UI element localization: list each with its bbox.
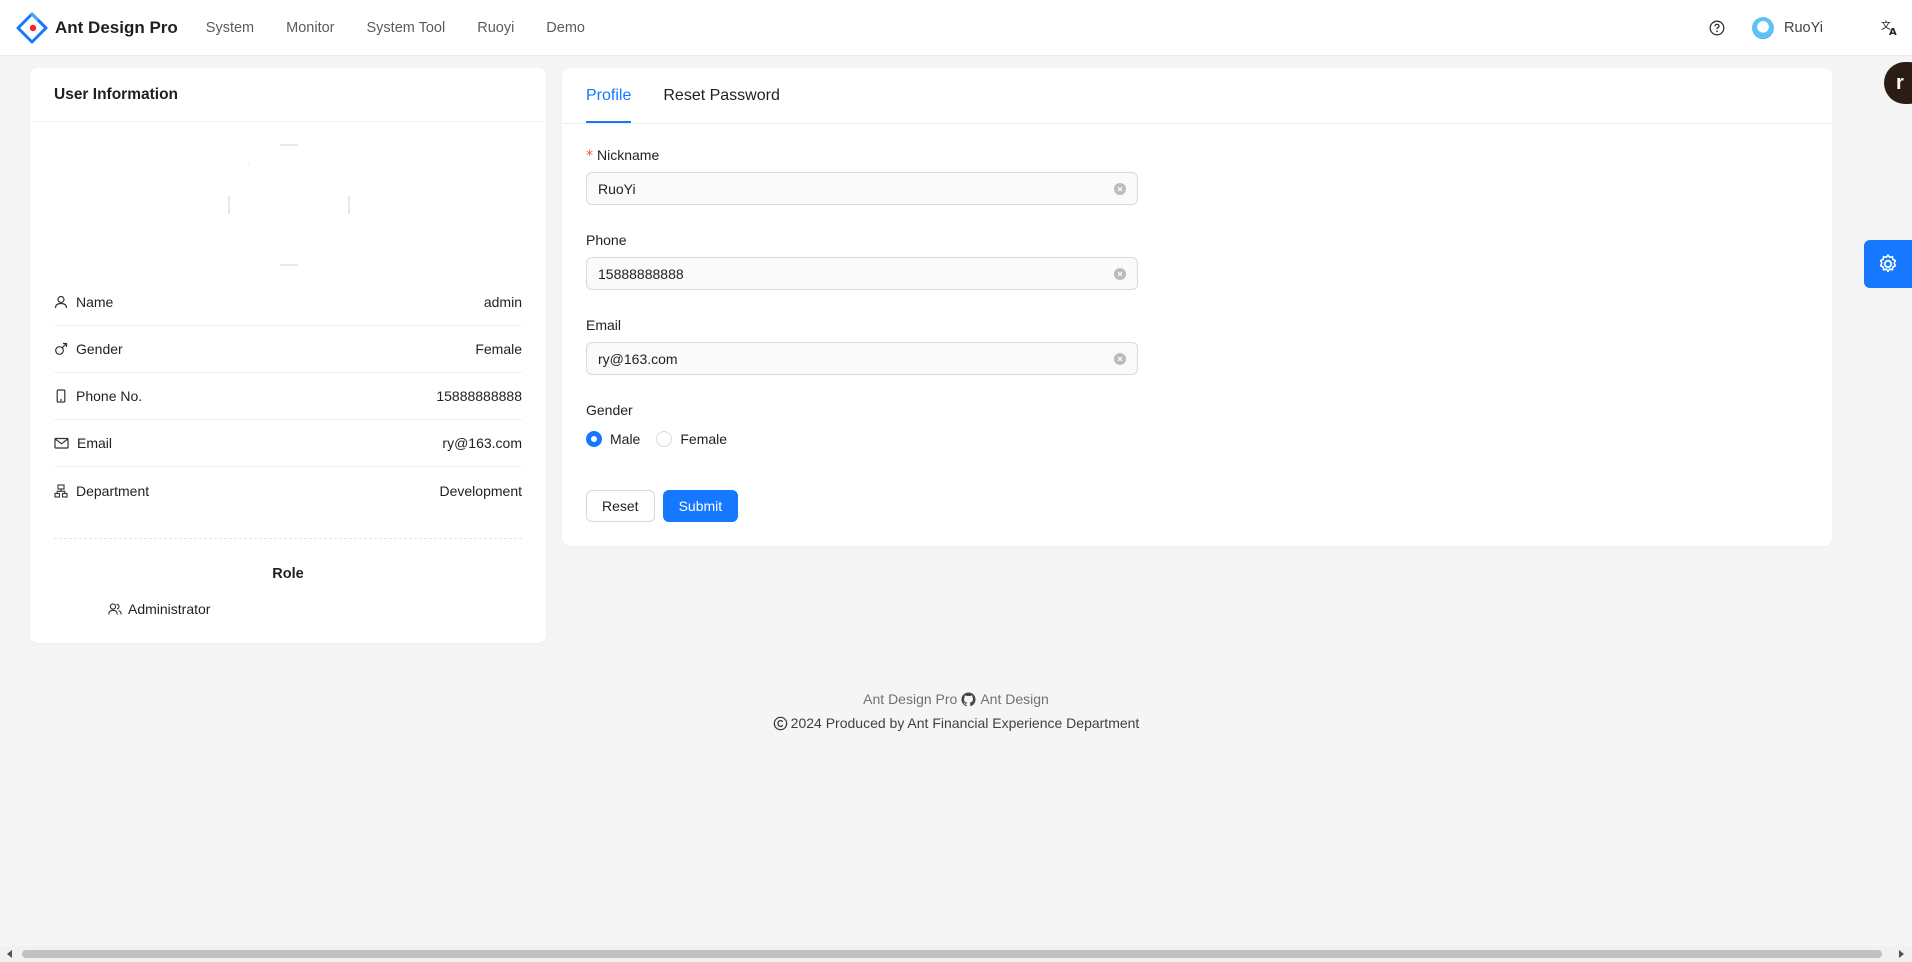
info-value-gender: Female — [475, 341, 522, 357]
required-mark: * — [586, 148, 593, 164]
info-label-phone: Phone No. — [76, 388, 143, 404]
gender-option-female: Female — [680, 431, 728, 447]
info-value-name: admin — [483, 294, 522, 310]
question-circle-icon[interactable] — [1707, 18, 1727, 38]
info-label-name: Name — [76, 294, 114, 310]
tab-profile[interactable]: Profile — [586, 68, 632, 123]
info-value-email: ry@163.com — [442, 435, 522, 451]
footer-link-ant-design-pro[interactable]: Ant Design Pro — [863, 691, 957, 707]
gender-option-male: Male — [610, 431, 641, 447]
nav-item-system[interactable]: System — [190, 0, 270, 56]
scroll-left-arrow-icon[interactable] — [7, 950, 12, 958]
tab-reset-password[interactable]: Reset Password — [663, 68, 780, 123]
clear-icon[interactable] — [1114, 183, 1126, 195]
avatar — [1752, 17, 1774, 39]
clear-icon[interactable] — [1114, 268, 1126, 280]
brand[interactable]: Ant Design Pro — [16, 0, 178, 56]
ant-design-logo-icon — [16, 12, 48, 43]
app-title: Ant Design Pro — [55, 17, 178, 37]
info-value-department: Development — [439, 482, 523, 499]
user-information-card: User Information Name admin Gender Femal… — [30, 68, 546, 643]
male-icon — [55, 342, 68, 355]
tab-bar: Profile Reset Password — [586, 68, 812, 123]
footer-link-ant-design[interactable]: Ant Design — [980, 691, 1048, 707]
email-input[interactable] — [598, 350, 1098, 367]
mail-icon — [54, 437, 69, 449]
avatar-placeholder[interactable] — [228, 144, 350, 266]
email-label: Email — [586, 317, 622, 333]
translate-icon[interactable]: 文 A — [1880, 17, 1900, 37]
gender-label: Gender — [586, 402, 633, 418]
info-label-department: Department — [76, 482, 150, 499]
reset-button[interactable]: Reset — [586, 490, 655, 522]
nav-item-ruoyi[interactable]: Ruoyi — [461, 0, 530, 56]
user-name: RuoYi — [1784, 20, 1823, 36]
role-item: Administrator — [108, 601, 210, 617]
top-nav: System Monitor System Tool Ruoyi Demo — [190, 0, 601, 56]
github-icon[interactable] — [961, 691, 976, 707]
top-header: Ant Design Pro System Monitor System Too… — [0, 0, 1912, 56]
card-title: User Information — [30, 68, 546, 122]
email-field-wrapper — [586, 342, 1138, 375]
form-item-gender: Gender Male Female — [586, 399, 1138, 447]
radio-unchecked[interactable] — [656, 431, 673, 447]
profile-settings-card: Profile Reset Password *Nickname Phone — [562, 68, 1832, 546]
mobile-icon — [56, 389, 66, 403]
user-info-list: Name admin Gender Female Phone No. 15888… — [54, 279, 522, 514]
dashed-divider — [54, 538, 522, 539]
info-value-phone: 15888888888 — [436, 388, 522, 404]
role-title: Role — [272, 566, 304, 582]
clear-icon[interactable] — [1114, 353, 1126, 365]
info-label-email: Email — [77, 435, 113, 451]
horizontal-scrollbar[interactable] — [0, 946, 1912, 962]
footer-links: Ant Design Pro Ant Design — [0, 691, 1912, 707]
info-row-gender: Gender Female — [54, 326, 522, 373]
info-row-name: Name admin — [54, 279, 522, 326]
phone-label: Phone — [586, 232, 627, 248]
form-item-phone: Phone — [586, 229, 1138, 290]
user-menu[interactable]: RuoYi — [1752, 16, 1823, 40]
settings-drawer-button[interactable] — [1864, 240, 1912, 288]
footer-copyright: 2024 Produced by Ant Financial Experienc… — [0, 715, 1912, 731]
form-item-nickname: * Nickname — [586, 144, 1138, 205]
gender-radio-group: Male Female — [586, 431, 1138, 447]
gear-icon — [1879, 254, 1897, 273]
info-row-email: Email ry@163.com — [54, 420, 522, 467]
nav-item-demo[interactable]: Demo — [530, 0, 601, 56]
scroll-right-arrow-icon[interactable] — [1899, 950, 1904, 958]
cluster-icon — [54, 483, 68, 498]
gender-radio-female[interactable]: Female — [656, 431, 727, 447]
nickname-field-wrapper — [586, 172, 1138, 205]
svg-text:A: A — [1889, 27, 1897, 36]
copyright-icon — [773, 716, 787, 730]
submit-button[interactable]: Submit — [662, 490, 739, 522]
user-icon — [54, 295, 68, 309]
gender-radio-male[interactable]: Male — [586, 431, 640, 447]
phone-field-wrapper — [586, 257, 1138, 290]
nickname-input[interactable] — [598, 180, 1098, 197]
info-row-phone: Phone No. 15888888888 — [54, 373, 522, 420]
form-item-email: Email — [586, 314, 1138, 375]
nickname-label: Nickname — [597, 147, 660, 163]
copyright-text: 2024 Produced by Ant Financial Experienc… — [790, 715, 1140, 731]
radio-checked[interactable] — [586, 431, 602, 447]
floating-avatar-button[interactable]: r — [1884, 62, 1912, 104]
nav-item-system-tool[interactable]: System Tool — [351, 0, 462, 56]
nav-item-monitor[interactable]: Monitor — [270, 0, 350, 56]
phone-input[interactable] — [598, 265, 1098, 282]
info-row-department: Department Development — [54, 467, 522, 514]
profile-form: *Nickname Phone Email — [586, 144, 1138, 471]
tab-divider — [562, 123, 1832, 124]
info-label-gender: Gender — [76, 341, 123, 357]
form-actions: Reset Submit — [586, 490, 739, 522]
team-icon — [108, 603, 122, 615]
scrollbar-thumb[interactable] — [22, 950, 1882, 958]
role-name: Administrator — [128, 601, 211, 617]
